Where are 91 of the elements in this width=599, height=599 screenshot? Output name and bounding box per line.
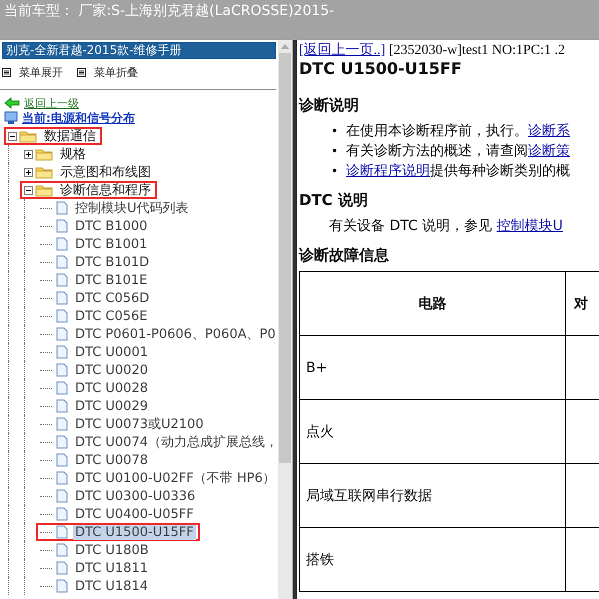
tree-item[interactable]: 示意图和布线图 <box>58 163 153 181</box>
document-icon <box>56 381 68 395</box>
table-cell: 点火 <box>300 400 566 464</box>
section-heading: DTC 说明 <box>299 191 369 210</box>
tree-item[interactable]: DTC U0073或U2100 <box>73 415 206 433</box>
document-icon <box>56 543 68 557</box>
bullet-text: 在使用本诊断程序前，执行。诊断系 <box>346 122 570 141</box>
folder-icon <box>35 165 53 179</box>
document-icon <box>56 417 68 431</box>
document-icon <box>56 291 68 305</box>
menu-button[interactable]: 菜单折叠 <box>77 65 138 80</box>
bullet-marker: • <box>331 123 338 140</box>
manual-title: 别克-全新君越-2015款-维修手册 <box>2 42 276 59</box>
tree-item[interactable]: DTC C056E <box>73 308 150 324</box>
folder-icon <box>35 147 53 161</box>
collapse-toggle-icon[interactable] <box>8 132 17 140</box>
document-icon <box>56 471 68 485</box>
tree-item[interactable]: DTC U180B <box>73 542 151 558</box>
document-icon <box>56 327 68 341</box>
document-icon <box>56 435 68 449</box>
scrollbar-thumb[interactable] <box>279 53 291 463</box>
list-icon <box>2 68 11 77</box>
tree-item[interactable]: DTC B101E <box>73 272 150 288</box>
collapse-toggle-icon[interactable] <box>24 186 33 194</box>
tree-item[interactable]: DTC U1811 <box>73 560 150 576</box>
document-icon <box>56 453 68 467</box>
tree-item[interactable]: 数据通信 <box>42 127 98 145</box>
column-header: 对 <box>566 272 599 336</box>
tree-item[interactable]: 规格 <box>58 145 88 163</box>
back-link[interactable]: [返回上一页..] <box>299 43 386 58</box>
bullet-text: 有关诊断方法的概述，请查阅诊断策 <box>346 142 570 161</box>
current-location: 当前:电源和信号分布 <box>22 110 135 126</box>
page-title: DTC U1500-U15FF <box>299 59 463 78</box>
tree-item[interactable]: DTC U0100-U02FF（不带 HP6） <box>73 469 278 487</box>
table-cell: B+ <box>300 336 566 400</box>
tree-item[interactable]: DTC U0300-U0336 <box>73 488 198 504</box>
document-icon <box>56 579 68 593</box>
tree-item[interactable]: DTC U0029 <box>73 398 150 414</box>
tree-item[interactable]: DTC B1001 <box>73 236 150 252</box>
section-heading: 诊断说明 <box>299 96 360 115</box>
monitor-icon <box>4 111 18 125</box>
document-icon <box>56 201 68 215</box>
back-link[interactable]: 返回上一级 <box>24 96 79 110</box>
tree-item[interactable]: DTC U1500-U15FF <box>73 524 196 540</box>
folder-icon <box>35 183 53 197</box>
document-icon <box>56 399 68 413</box>
document-icon <box>56 561 68 575</box>
document-icon <box>56 525 68 539</box>
tree-item[interactable]: DTC U0001 <box>73 344 150 360</box>
tree-item[interactable]: DTC B101D <box>73 254 152 270</box>
tree-item[interactable]: 诊断信息和程序 <box>58 181 153 199</box>
bullet-marker: • <box>331 143 338 160</box>
tree-item[interactable]: DTC C056D <box>73 290 152 306</box>
document-icon <box>56 363 68 377</box>
document-icon <box>56 219 68 233</box>
tree-item[interactable]: DTC U0020 <box>73 362 150 378</box>
paragraph: 有关设备 DTC 说明，参见 控制模块U <box>329 217 563 236</box>
tree-item[interactable]: DTC P0601-P0606、P060A、P0 <box>73 325 278 343</box>
document-icon <box>56 345 68 359</box>
expand-toggle-icon[interactable] <box>24 150 33 158</box>
document-info: [2352030-w]test1 NO:1PC:1 .2 <box>388 43 565 58</box>
table-cell: 搭铁 <box>300 528 566 592</box>
table-cell: 局域互联网串行数据 <box>300 464 566 528</box>
expand-toggle-icon[interactable] <box>24 168 33 176</box>
link[interactable]: 控制模块U <box>496 218 563 234</box>
folder-icon <box>19 129 37 143</box>
document-icon <box>56 309 68 323</box>
document-icon <box>56 273 68 287</box>
document-icon <box>56 489 68 503</box>
document-icon <box>56 507 68 521</box>
menu-button[interactable]: 菜单展开 <box>2 65 63 80</box>
list-icon <box>77 68 86 77</box>
tree-item[interactable]: DTC U0074（动力总成扩展总线， <box>73 433 278 451</box>
link[interactable]: 诊断系 <box>528 123 570 139</box>
tree-item[interactable]: DTC U0078 <box>73 452 150 468</box>
window-title: 当前车型： 厂家:S-上海别克君越(LaCROSSE)2015- <box>4 3 334 19</box>
tree-item[interactable]: DTC B1000 <box>73 218 150 234</box>
tree-item[interactable]: DTC U0028 <box>73 380 150 396</box>
scrollbar[interactable] <box>278 40 292 599</box>
bullet-text: 诊断程序说明提供每种诊断类别的概 <box>346 162 570 181</box>
tree-item[interactable]: 控制模块U代码列表 <box>73 199 191 217</box>
document-icon <box>56 237 68 251</box>
link[interactable]: 诊断策 <box>528 143 570 159</box>
left-arrow-icon <box>4 97 20 109</box>
tree-item[interactable]: DTC U1814 <box>73 578 150 594</box>
bullet-marker: • <box>331 163 338 180</box>
document-icon <box>56 255 68 269</box>
link[interactable]: 诊断程序说明 <box>346 163 430 179</box>
tree-item[interactable]: DTC U0400-U05FF <box>73 506 196 522</box>
column-header: 电路 <box>300 272 566 336</box>
section-heading: 诊断故障信息 <box>299 246 390 265</box>
